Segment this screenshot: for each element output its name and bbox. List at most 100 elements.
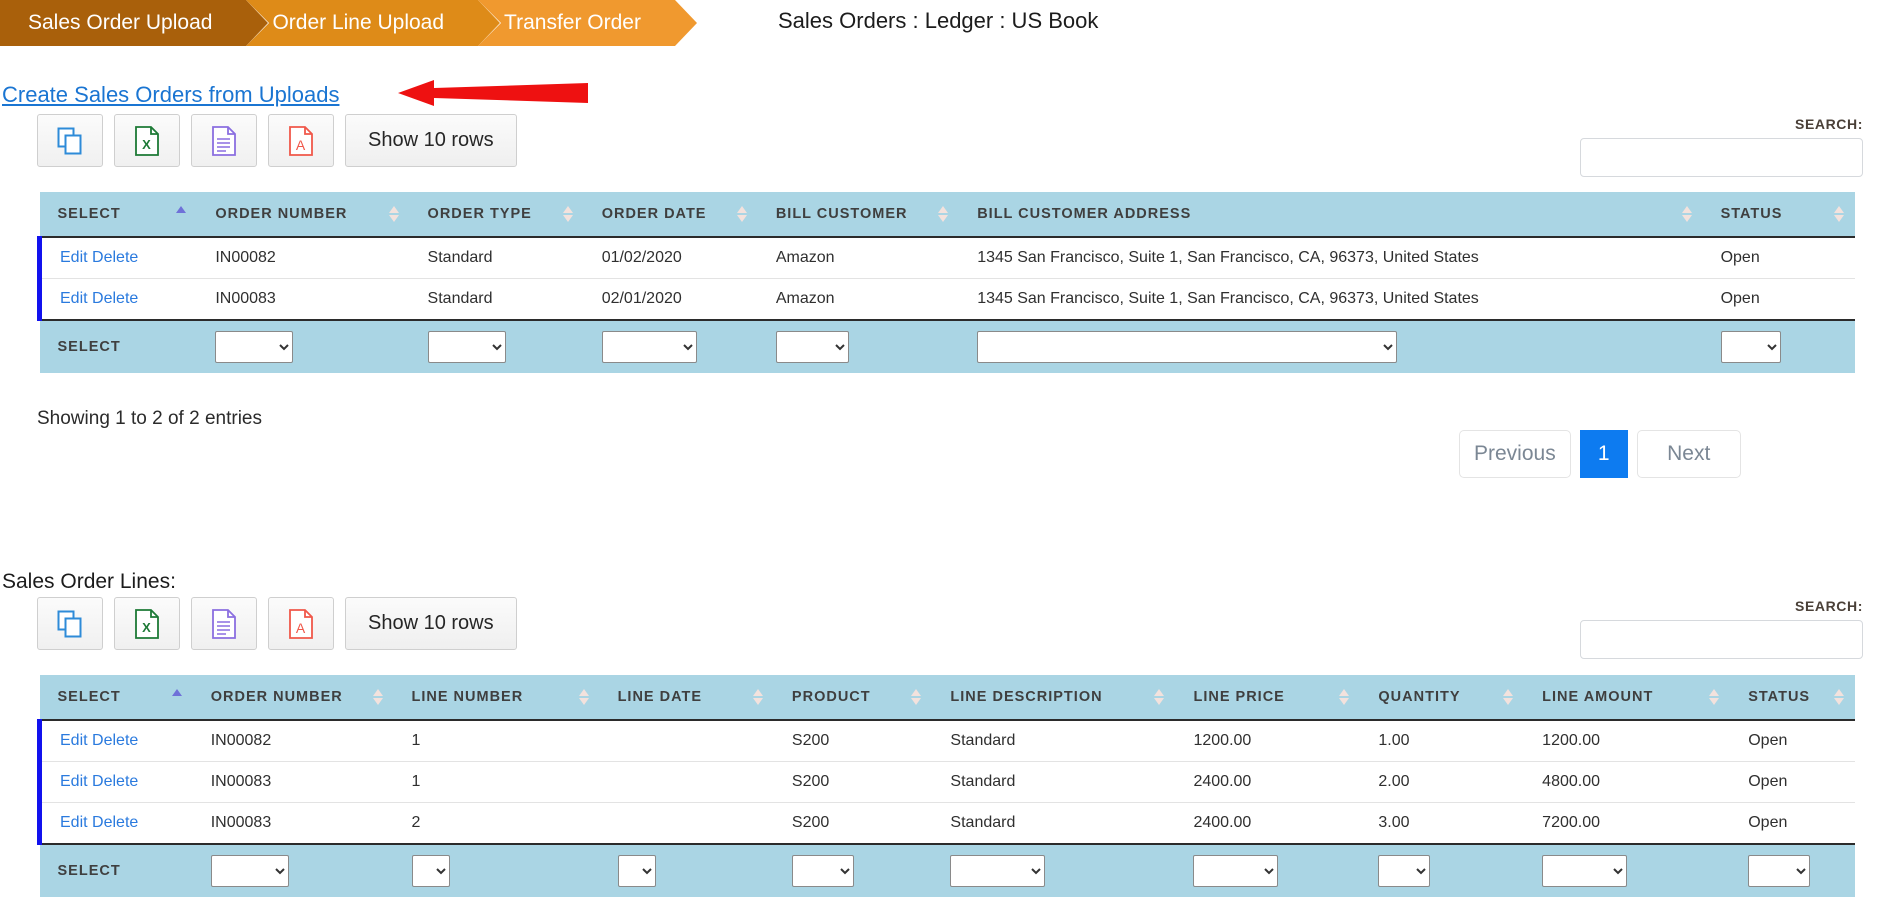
column-label: STATUS [1720, 206, 1783, 222]
column-header-order-number[interactable]: ORDER NUMBER [192, 675, 394, 720]
line-date-filter-select[interactable] [617, 855, 656, 887]
sales-order-lines-filter-row: SELECT [39, 844, 1855, 897]
order-number-filter-select[interactable] [210, 855, 289, 887]
previous-page-button[interactable]: Previous [1459, 430, 1571, 478]
column-header-line-amount[interactable]: LINE AMOUNT [1524, 675, 1731, 720]
product-filter-select[interactable] [791, 855, 854, 887]
delete-link[interactable]: Delete [92, 814, 138, 831]
copy-button[interactable] [37, 597, 103, 650]
csv-export-button[interactable] [191, 597, 257, 650]
column-header-line-description[interactable]: LINE DESCRIPTION [932, 675, 1176, 720]
pdf-export-button[interactable]: A [268, 597, 334, 650]
edit-link[interactable]: Edit [60, 732, 88, 749]
cell-line-number: 2 [393, 802, 600, 845]
bill-customer-address-filter-select[interactable] [977, 331, 1398, 363]
document-icon [212, 125, 236, 156]
cell-order-type: Standard [409, 237, 584, 279]
column-label: LINE DESCRIPTION [950, 689, 1103, 705]
cell-status: Open [1730, 802, 1855, 845]
column-label: BILL CUSTOMER ADDRESS [977, 206, 1192, 222]
edit-link[interactable]: Edit [60, 290, 88, 307]
breadcrumb: Sales Order Upload Order Line Upload Tra… [0, 0, 698, 46]
sales-order-lines-table-body: Edit Delete IN00082 1 S200 Standard 1200… [36, 720, 1855, 845]
column-label: LINE DATE [617, 689, 703, 705]
edit-link[interactable]: Edit [60, 814, 88, 831]
cell-status: Open [1702, 278, 1855, 321]
column-header-line-number[interactable]: LINE NUMBER [393, 675, 600, 720]
bill-customer-filter-select[interactable] [775, 331, 849, 363]
next-page-button[interactable]: Next [1636, 430, 1741, 478]
page-number-1-button[interactable]: 1 [1579, 430, 1628, 478]
column-label: ORDER DATE [601, 206, 707, 222]
delete-link[interactable]: Delete [92, 732, 138, 749]
filter-cell-order-number [197, 320, 410, 373]
column-header-select[interactable]: SELECT [39, 192, 198, 237]
column-header-quantity[interactable]: QUANTITY [1360, 675, 1525, 720]
line-price-filter-select[interactable] [1193, 855, 1279, 887]
cell-line-description: Standard [932, 802, 1176, 845]
edit-link[interactable]: Edit [60, 773, 88, 790]
table-row: Edit Delete IN00083 2 S200 Standard 2400… [36, 802, 1855, 845]
column-header-product[interactable]: PRODUCT [773, 675, 933, 720]
sort-both-icon [1834, 689, 1844, 705]
breadcrumb-item-transfer-order[interactable]: Transfer Order [478, 0, 698, 46]
pdf-export-button[interactable]: A [268, 114, 334, 167]
column-header-select[interactable]: SELECT [39, 675, 193, 720]
breadcrumb-chevron-icon [478, 0, 501, 46]
line-number-filter-select[interactable] [411, 855, 450, 887]
lines-search-input[interactable] [1580, 620, 1863, 659]
cell-order-date: 01/02/2020 [583, 237, 758, 279]
column-header-status[interactable]: STATUS [1702, 192, 1855, 237]
column-label: SELECT [57, 206, 121, 222]
sort-both-icon [736, 206, 747, 222]
sales-orders-table-head: SELECT ORDER NUMBER ORDER TYPE ORDER DAT… [39, 192, 1855, 237]
breadcrumb-label: Order Line Upload [272, 11, 445, 34]
sales-orders-filter-row: SELECT [39, 320, 1855, 373]
lines-show-rows-button[interactable]: Show 10 rows [345, 597, 517, 650]
column-header-bill-customer-address[interactable]: BILL CUSTOMER ADDRESS [959, 192, 1703, 237]
delete-link[interactable]: Delete [92, 290, 138, 307]
filter-cell-bill-customer-address [959, 320, 1703, 373]
breadcrumb-item-sales-order-upload[interactable]: Sales Order Upload [0, 0, 270, 46]
line-amount-filter-select[interactable] [1542, 855, 1628, 887]
copy-button[interactable] [37, 114, 103, 167]
cell-order-number: IN00083 [192, 802, 394, 845]
column-header-line-price[interactable]: LINE PRICE [1175, 675, 1361, 720]
column-header-order-number[interactable]: ORDER NUMBER [197, 192, 410, 237]
column-header-status[interactable]: STATUS [1730, 675, 1855, 720]
copy-icon [57, 127, 82, 154]
order-date-filter-select[interactable] [601, 331, 697, 363]
sort-both-icon [1709, 689, 1720, 705]
delete-link[interactable]: Delete [92, 249, 138, 266]
create-sales-orders-from-uploads-link[interactable]: Create Sales Orders from Uploads [2, 82, 339, 108]
quantity-filter-select[interactable] [1378, 855, 1431, 887]
column-header-order-type[interactable]: ORDER TYPE [409, 192, 584, 237]
status-filter-select[interactable] [1748, 855, 1811, 887]
row-actions-cell: Edit Delete [37, 237, 198, 279]
edit-link[interactable]: Edit [60, 249, 88, 266]
orders-show-rows-button[interactable]: Show 10 rows [345, 114, 517, 167]
sort-both-icon [938, 206, 949, 222]
breadcrumb-label: Sales Order Upload [28, 11, 213, 34]
column-header-bill-customer[interactable]: BILL CUSTOMER [757, 192, 960, 237]
status-filter-select[interactable] [1720, 331, 1781, 363]
order-type-filter-select[interactable] [427, 331, 506, 363]
filter-cell-line-amount [1524, 844, 1731, 897]
cell-order-number: IN00082 [197, 237, 410, 279]
order-number-filter-select[interactable] [215, 331, 294, 363]
sort-both-icon [911, 689, 922, 705]
filter-cell-status [1702, 320, 1855, 373]
breadcrumb-item-order-line-upload[interactable]: Order Line Upload [246, 0, 502, 46]
csv-export-button[interactable] [191, 114, 257, 167]
line-description-filter-select[interactable] [950, 855, 1046, 887]
table-header-row: SELECT ORDER NUMBER LINE NUMBER LINE DAT… [39, 675, 1855, 720]
table-row: Edit Delete IN00083 Standard 02/01/2020 … [37, 278, 1855, 321]
orders-search-input[interactable] [1580, 138, 1863, 177]
column-header-line-date[interactable]: LINE DATE [599, 675, 774, 720]
excel-export-button[interactable]: X [114, 597, 180, 650]
delete-link[interactable]: Delete [92, 773, 138, 790]
cell-line-number: 1 [393, 720, 600, 762]
column-header-order-date[interactable]: ORDER DATE [583, 192, 758, 237]
excel-export-button[interactable]: X [114, 114, 180, 167]
cell-product: S200 [773, 720, 933, 762]
